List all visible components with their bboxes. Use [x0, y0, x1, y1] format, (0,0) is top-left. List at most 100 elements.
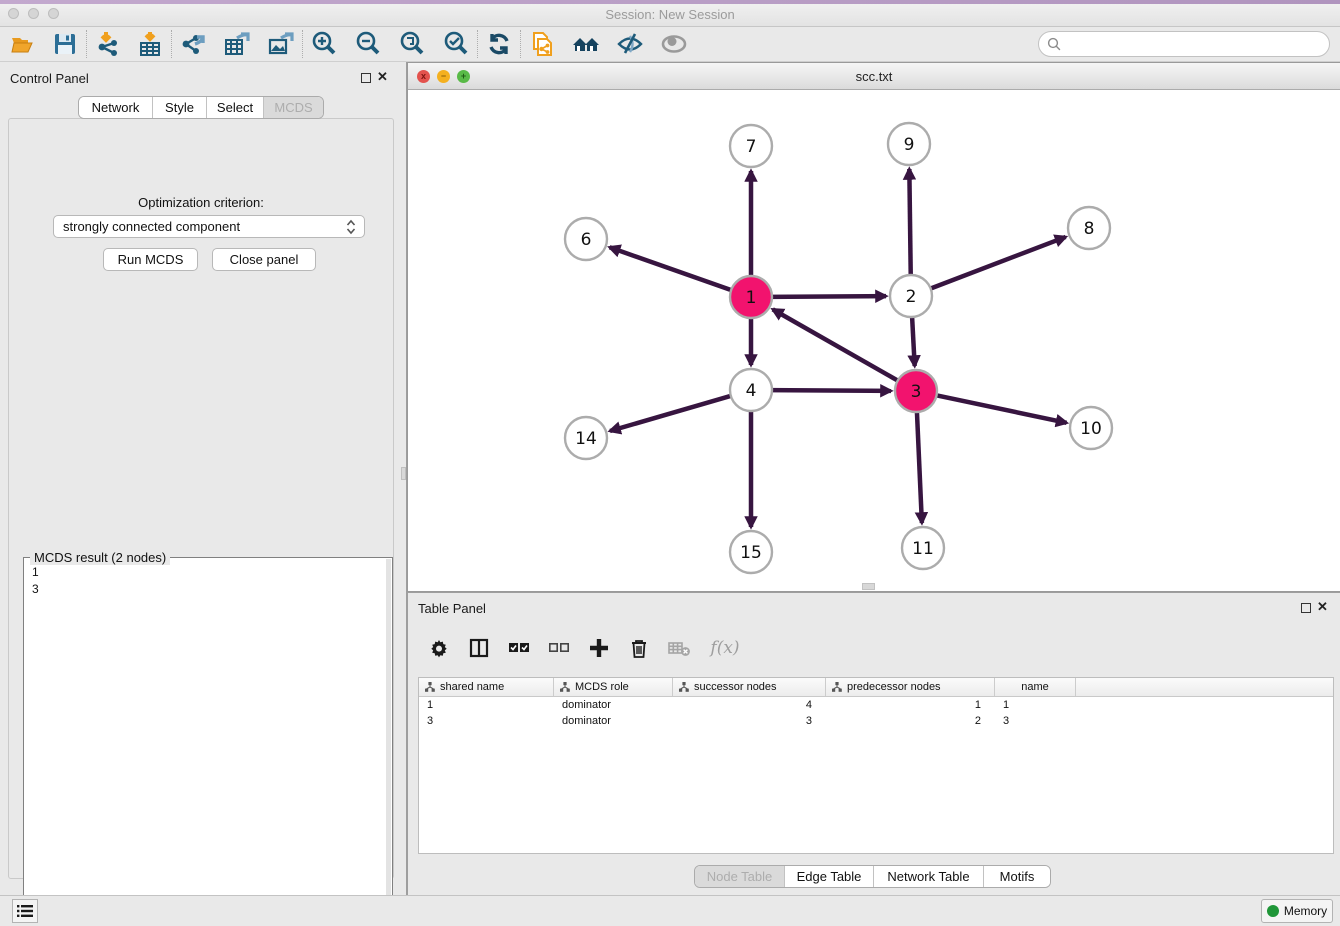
graph-node-label-1: 1	[746, 288, 757, 308]
export-network-icon[interactable]	[178, 29, 208, 59]
tab-mcds[interactable]: MCDS	[264, 97, 323, 118]
table-tab-bar: Node Table Edge Table Network Table Moti…	[694, 865, 1051, 888]
graph-edge-4-3[interactable]	[770, 390, 891, 391]
graph-edge-1-6[interactable]	[610, 247, 733, 290]
deselect-all-icon[interactable]	[546, 635, 572, 661]
add-column-icon[interactable]	[586, 635, 612, 661]
float-panel-icon[interactable]	[361, 73, 371, 83]
save-session-icon[interactable]	[50, 29, 80, 59]
graph-edge-4-14[interactable]	[610, 395, 733, 431]
column-type-icon	[679, 682, 689, 692]
column-layout-icon[interactable]	[466, 635, 492, 661]
column-type-icon	[560, 682, 570, 692]
toolbar-separator	[302, 30, 303, 58]
duplicate-network-icon[interactable]	[527, 29, 557, 59]
close-panel-button[interactable]: Close panel	[212, 248, 316, 271]
graph-edge-1-2[interactable]	[770, 296, 886, 297]
graph-edge-3-11[interactable]	[917, 410, 922, 523]
graph-node-label-6: 6	[581, 230, 592, 250]
tab-style[interactable]: Style	[153, 97, 207, 118]
tab-network[interactable]: Network	[79, 97, 153, 118]
export-image-icon[interactable]	[266, 29, 296, 59]
network-window-titlebar: x − + scc.txt	[408, 63, 1340, 90]
table-toolbar: f(x)	[426, 631, 744, 665]
vertical-splitter[interactable]	[400, 62, 407, 895]
cell-name[interactable]: 1	[995, 699, 1076, 711]
table-row[interactable]: 1 dominator 4 1 1	[419, 697, 1333, 713]
tab-network-table[interactable]: Network Table	[874, 866, 984, 887]
mcds-result-box[interactable]: MCDS result (2 nodes) 13	[23, 557, 393, 926]
memory-button[interactable]: Memory	[1261, 899, 1333, 923]
graph-edge-2-8[interactable]	[929, 237, 1066, 289]
refresh-layout-icon[interactable]	[484, 29, 514, 59]
graph-node-label-4: 4	[746, 381, 757, 401]
search-icon	[1047, 37, 1062, 52]
float-table-panel-icon[interactable]	[1301, 603, 1311, 613]
control-panel-tab-bar: Network Style Select MCDS	[78, 96, 324, 119]
mcds-result-scrollbar[interactable]	[386, 559, 391, 926]
graph-node-label-2: 2	[906, 287, 917, 307]
column-header-predecessor-nodes[interactable]: predecessor nodes	[826, 678, 995, 696]
graph-edge-3-10[interactable]	[935, 395, 1067, 423]
task-history-button[interactable]	[12, 899, 38, 923]
toolbar-separator	[477, 30, 478, 58]
zoom-fit-icon[interactable]	[397, 29, 427, 59]
node-table: shared name MCDS role successor nodes pr…	[418, 677, 1334, 854]
hide-eye-icon[interactable]	[615, 29, 645, 59]
run-mcds-button[interactable]: Run MCDS	[103, 248, 198, 271]
delete-icon[interactable]	[626, 635, 652, 661]
table-panel-title: Table Panel	[418, 601, 486, 616]
column-header-successor-nodes[interactable]: successor nodes	[673, 678, 826, 696]
window-titlebar: Session: New Session	[0, 0, 1340, 27]
column-header-shared-name[interactable]: shared name	[419, 678, 554, 696]
close-table-panel-icon[interactable]: ✕	[1317, 599, 1328, 615]
tab-node-table[interactable]: Node Table	[695, 866, 785, 887]
graph-node-label-15: 15	[740, 543, 762, 563]
tab-select[interactable]: Select	[207, 97, 264, 118]
cell-predecessor-nodes[interactable]: 1	[826, 699, 995, 711]
search-input[interactable]	[1062, 34, 1329, 54]
show-eye-icon[interactable]	[659, 29, 689, 59]
table-panel: Table Panel ✕ f(x) s	[407, 592, 1340, 895]
tab-edge-table[interactable]: Edge Table	[785, 866, 874, 887]
tab-motifs[interactable]: Motifs	[984, 866, 1050, 887]
table-header-row: shared name MCDS role successor nodes pr…	[419, 678, 1333, 697]
table-row[interactable]: 3 dominator 3 2 3	[419, 713, 1333, 729]
home-icon[interactable]	[571, 29, 601, 59]
import-network-icon[interactable]	[93, 29, 123, 59]
zoom-in-icon[interactable]	[309, 29, 339, 59]
zoom-out-icon[interactable]	[353, 29, 383, 59]
gear-icon[interactable]	[426, 635, 452, 661]
network-canvas[interactable]: 7968124314101511	[408, 90, 1339, 591]
cell-shared-name[interactable]: 3	[419, 715, 554, 727]
graph-edge-2-3[interactable]	[912, 315, 915, 366]
column-header-mcds-role[interactable]: MCDS role	[554, 678, 673, 696]
zoom-selected-icon[interactable]	[441, 29, 471, 59]
window-accent-strip	[0, 0, 1340, 4]
export-table-icon[interactable]	[222, 29, 252, 59]
select-all-icon[interactable]	[506, 635, 532, 661]
canvas-resize-handle[interactable]	[862, 583, 875, 590]
import-table-icon[interactable]	[135, 29, 165, 59]
criterion-value: strongly connected component	[63, 219, 240, 234]
control-panel: Control Panel ✕ Optimization criterion: …	[0, 62, 400, 895]
cell-name[interactable]: 3	[995, 715, 1076, 727]
graph-edge-3-1[interactable]	[773, 309, 900, 381]
graph-edge-2-9[interactable]	[909, 169, 910, 277]
cell-mcds-role[interactable]: dominator	[554, 699, 673, 711]
close-panel-icon[interactable]: ✕	[377, 69, 388, 85]
splitter-handle[interactable]	[401, 467, 406, 480]
search-box[interactable]	[1038, 31, 1330, 57]
cell-successor-nodes[interactable]: 3	[673, 715, 826, 727]
window-title: Session: New Session	[0, 7, 1340, 22]
mcds-result-title: MCDS result (2 nodes)	[30, 550, 170, 565]
graph-node-label-7: 7	[746, 137, 757, 157]
cell-predecessor-nodes[interactable]: 2	[826, 715, 995, 727]
column-header-name[interactable]: name	[995, 678, 1076, 696]
memory-label: Memory	[1284, 904, 1327, 918]
cell-mcds-role[interactable]: dominator	[554, 715, 673, 727]
cell-shared-name[interactable]: 1	[419, 699, 554, 711]
cell-successor-nodes[interactable]: 4	[673, 699, 826, 711]
criterion-dropdown[interactable]: strongly connected component	[53, 215, 365, 238]
open-file-icon[interactable]	[8, 29, 38, 59]
